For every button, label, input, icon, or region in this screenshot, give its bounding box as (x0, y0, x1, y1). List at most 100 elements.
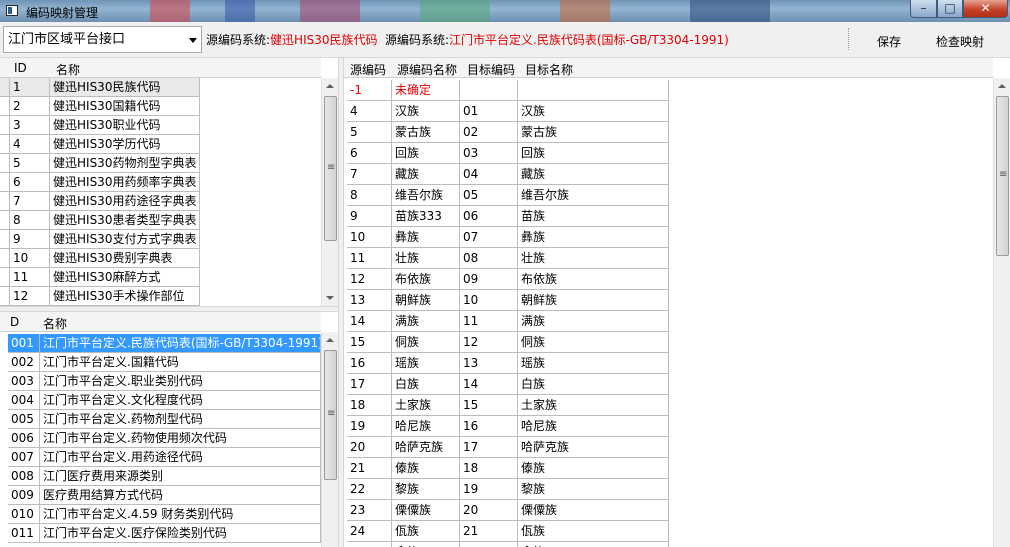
table-row[interactable]: 17 白族 14 白族 (344, 374, 993, 395)
target-name-cell[interactable]: 黎族 (518, 479, 669, 500)
list-item[interactable]: 004 江门市平台定义.文化程度代码 (0, 391, 321, 410)
platform-select[interactable]: 江门市区域平台接口 (3, 26, 202, 53)
target-name-cell[interactable]: 壮族 (518, 248, 669, 269)
table-row[interactable]: 20 哈萨克族 17 哈萨克族 (344, 437, 993, 458)
scroll-up-icon[interactable] (998, 84, 1006, 88)
maximize-button[interactable]: □ (937, 0, 963, 18)
list-item[interactable]: 002 江门市平台定义.国籍代码 (0, 353, 321, 372)
scroll-down-icon[interactable] (326, 296, 334, 300)
scroll-thumb[interactable] (324, 350, 337, 480)
header-target-code[interactable]: 目标编码 (467, 61, 515, 78)
scroll-thumb[interactable] (324, 96, 337, 241)
target-name-cell[interactable]: 侗族 (518, 332, 669, 353)
scroll-up-icon[interactable] (326, 84, 334, 88)
list-item[interactable]: 4 健迅HIS30学历代码 (0, 135, 321, 154)
target-code-cell[interactable]: 10 (460, 290, 518, 311)
target-code-cell[interactable]: 12 (460, 332, 518, 353)
header-id[interactable]: ID (14, 61, 27, 75)
close-button[interactable]: ✕ (963, 0, 1008, 18)
target-name-cell[interactable]: 蒙古族 (518, 122, 669, 143)
list-item[interactable]: 5 健迅HIS30药物剂型字典表 (0, 154, 321, 173)
table-row[interactable]: 22 黎族 19 黎族 (344, 479, 993, 500)
scroll-thumb[interactable] (996, 96, 1009, 256)
table-row[interactable]: 9 苗族333 06 苗族 (344, 206, 993, 227)
target-code-cell[interactable]: 07 (460, 227, 518, 248)
target-name-cell[interactable]: 傣族 (518, 458, 669, 479)
list-item[interactable]: 12 健迅HIS30手术操作部位 (0, 287, 321, 306)
table-row[interactable]: 16 瑶族 13 瑶族 (344, 353, 993, 374)
list-item[interactable]: 10 健迅HIS30费别字典表 (0, 249, 321, 268)
list-item[interactable]: 3 健迅HIS30职业代码 (0, 116, 321, 135)
list-item[interactable]: 1 健迅HIS30民族代码 (0, 78, 321, 97)
list-item[interactable]: 005 江门市平台定义.药物剂型代码 (0, 410, 321, 429)
list-item[interactable]: 8 健迅HIS30患者类型字典表 (0, 211, 321, 230)
target-name-cell[interactable]: 朝鲜族 (518, 290, 669, 311)
mapping-grid-scrollbar[interactable] (993, 78, 1010, 547)
target-name-cell[interactable]: 回族 (518, 143, 669, 164)
scroll-up-icon[interactable] (326, 338, 334, 342)
target-name-cell[interactable]: 维吾尔族 (518, 185, 669, 206)
table-row[interactable]: 23 傈僳族 20 傈僳族 (344, 500, 993, 521)
table-row[interactable]: 19 哈尼族 16 哈尼族 (344, 416, 993, 437)
target-code-cell[interactable]: 04 (460, 164, 518, 185)
target-code-cell[interactable]: 20 (460, 500, 518, 521)
list-item[interactable]: 11 健迅HIS30麻醉方式 (0, 268, 321, 287)
table-row[interactable]: 21 傣族 18 傣族 (344, 458, 993, 479)
table-row[interactable]: 10 彝族 07 彝族 (344, 227, 993, 248)
target-code-cell[interactable]: 18 (460, 458, 518, 479)
list-item[interactable]: 008 江门医疗费用来源类别 (0, 467, 321, 486)
header-source-code[interactable]: 源编码 (350, 61, 386, 78)
target-code-cell[interactable]: 08 (460, 248, 518, 269)
list-item[interactable]: 009 医疗费用结算方式代码 (0, 486, 321, 505)
header-name[interactable]: 名称 (43, 315, 67, 332)
target-name-cell[interactable]: 土家族 (518, 395, 669, 416)
table-row[interactable]: 15 侗族 12 侗族 (344, 332, 993, 353)
table-row[interactable]: 7 藏族 04 藏族 (344, 164, 993, 185)
target-code-cell[interactable]: 19 (460, 479, 518, 500)
list-item[interactable]: 6 健迅HIS30用药频率字典表 (0, 173, 321, 192)
target-name-cell[interactable]: 白族 (518, 374, 669, 395)
target-name-cell[interactable] (518, 80, 669, 101)
target-code-cell[interactable]: 17 (460, 437, 518, 458)
target-name-cell[interactable]: 哈萨克族 (518, 437, 669, 458)
target-name-cell[interactable]: 瑶族 (518, 353, 669, 374)
target-code-cell[interactable]: 21 (460, 521, 518, 542)
target-name-cell[interactable]: 傈僳族 (518, 500, 669, 521)
target-code-cell[interactable]: 16 (460, 416, 518, 437)
minimize-button[interactable]: – (910, 0, 937, 18)
list-item[interactable]: 2 健迅HIS30国籍代码 (0, 97, 321, 116)
header-target-name[interactable]: 目标名称 (525, 61, 573, 78)
list-item[interactable]: 003 江门市平台定义.职业类别代码 (0, 372, 321, 391)
target-name-cell[interactable]: 满族 (518, 311, 669, 332)
table-row[interactable]: 24 佤族 21 佤族 (344, 521, 993, 542)
target-code-cell[interactable]: 02 (460, 122, 518, 143)
target-name-cell[interactable]: 哈尼族 (518, 416, 669, 437)
check-mapping-button[interactable]: 检查映射 (936, 33, 984, 50)
header-id[interactable]: D (10, 315, 19, 329)
header-source-name[interactable]: 源编码名称 (397, 61, 457, 78)
target-name-cell[interactable]: 藏族 (518, 164, 669, 185)
list-item[interactable]: 011 江门市平台定义.医疗保险类别代码 (0, 524, 321, 543)
table-row[interactable]: 4 汉族 01 汉族 (344, 101, 993, 122)
target-code-cell[interactable]: 22 (460, 542, 518, 547)
target-name-cell[interactable]: 布依族 (518, 269, 669, 290)
header-name[interactable]: 名称 (56, 61, 80, 78)
table-row[interactable]: 11 壮族 08 壮族 (344, 248, 993, 269)
save-button[interactable]: 保存 (877, 33, 901, 50)
target-code-cell[interactable]: 05 (460, 185, 518, 206)
table-row[interactable]: 13 朝鲜族 10 朝鲜族 (344, 290, 993, 311)
list-item[interactable]: 010 江门市平台定义.4.59 财务类别代码 (0, 505, 321, 524)
dropdown-arrow-icon[interactable] (189, 38, 197, 43)
target-name-cell[interactable]: 苗族 (518, 206, 669, 227)
list-item[interactable]: 9 健迅HIS30支付方式字典表 (0, 230, 321, 249)
table-row[interactable]: -1 未确定 (344, 80, 993, 101)
table-row[interactable]: 6 回族 03 回族 (344, 143, 993, 164)
target-code-cell[interactable]: 15 (460, 395, 518, 416)
target-list-scrollbar[interactable] (321, 332, 338, 547)
target-code-cell[interactable] (460, 80, 518, 101)
target-code-cell[interactable]: 14 (460, 374, 518, 395)
list-item[interactable]: 7 健迅HIS30用药途径字典表 (0, 192, 321, 211)
table-row[interactable]: 14 满族 11 满族 (344, 311, 993, 332)
target-name-cell[interactable]: 畲族 (518, 542, 669, 547)
target-name-cell[interactable]: 佤族 (518, 521, 669, 542)
